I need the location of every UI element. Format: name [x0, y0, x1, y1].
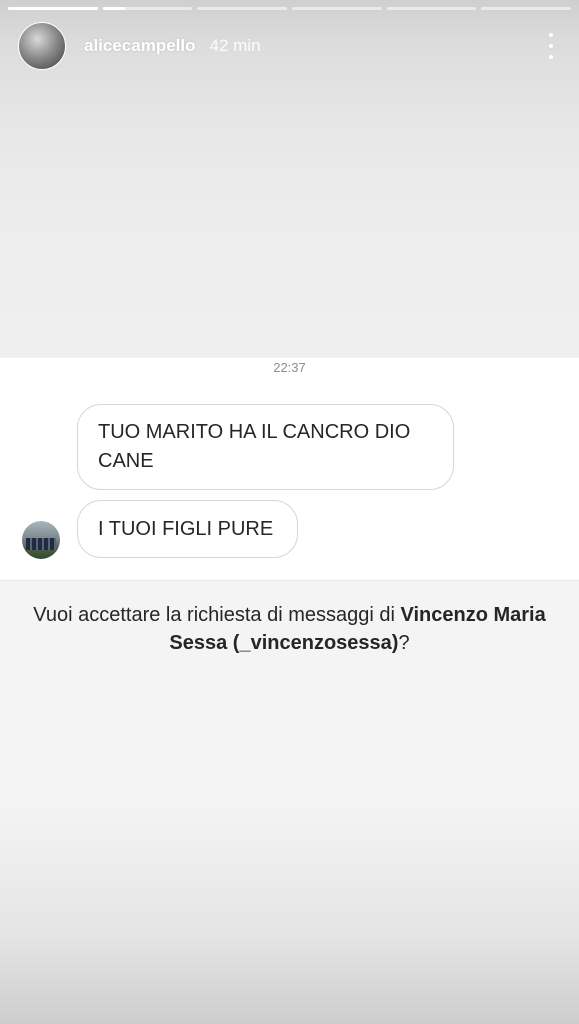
story-viewer: alicecampello 42 min 22:37 TUO MARITO HA… — [0, 0, 579, 1024]
progress-segment — [102, 7, 193, 10]
message-bubble: I TUOI FIGLI PURE — [77, 500, 298, 558]
sender-avatar — [22, 521, 60, 559]
progress-segment — [292, 7, 382, 10]
progress-segment — [481, 7, 572, 10]
story-username[interactable]: alicecampello — [84, 36, 196, 56]
progress-segment — [386, 7, 477, 10]
message-bubble: TUO MARITO HA IL CANCRO DIO CANE — [77, 404, 454, 490]
story-timestamp: 42 min — [209, 36, 261, 55]
story-bottom-background — [0, 800, 579, 1024]
dm-screenshot: 22:37 TUO MARITO HA IL CANCRO DIO CANE I… — [0, 358, 579, 580]
message-timestamp: 22:37 — [273, 360, 306, 375]
message-request-prompt: Vuoi accettare la richiesta di messaggi … — [20, 601, 559, 657]
progress-segment — [8, 7, 98, 10]
more-vertical-icon[interactable] — [541, 33, 561, 59]
story-header: alicecampello 42 min — [18, 22, 561, 70]
profile-avatar[interactable] — [18, 22, 66, 70]
progress-segment — [197, 7, 288, 10]
divider — [0, 580, 579, 581]
request-suffix: ? — [398, 632, 410, 654]
request-prefix: Vuoi accettare la richiesta di messaggi … — [33, 604, 401, 626]
story-progress-bar — [8, 7, 572, 10]
